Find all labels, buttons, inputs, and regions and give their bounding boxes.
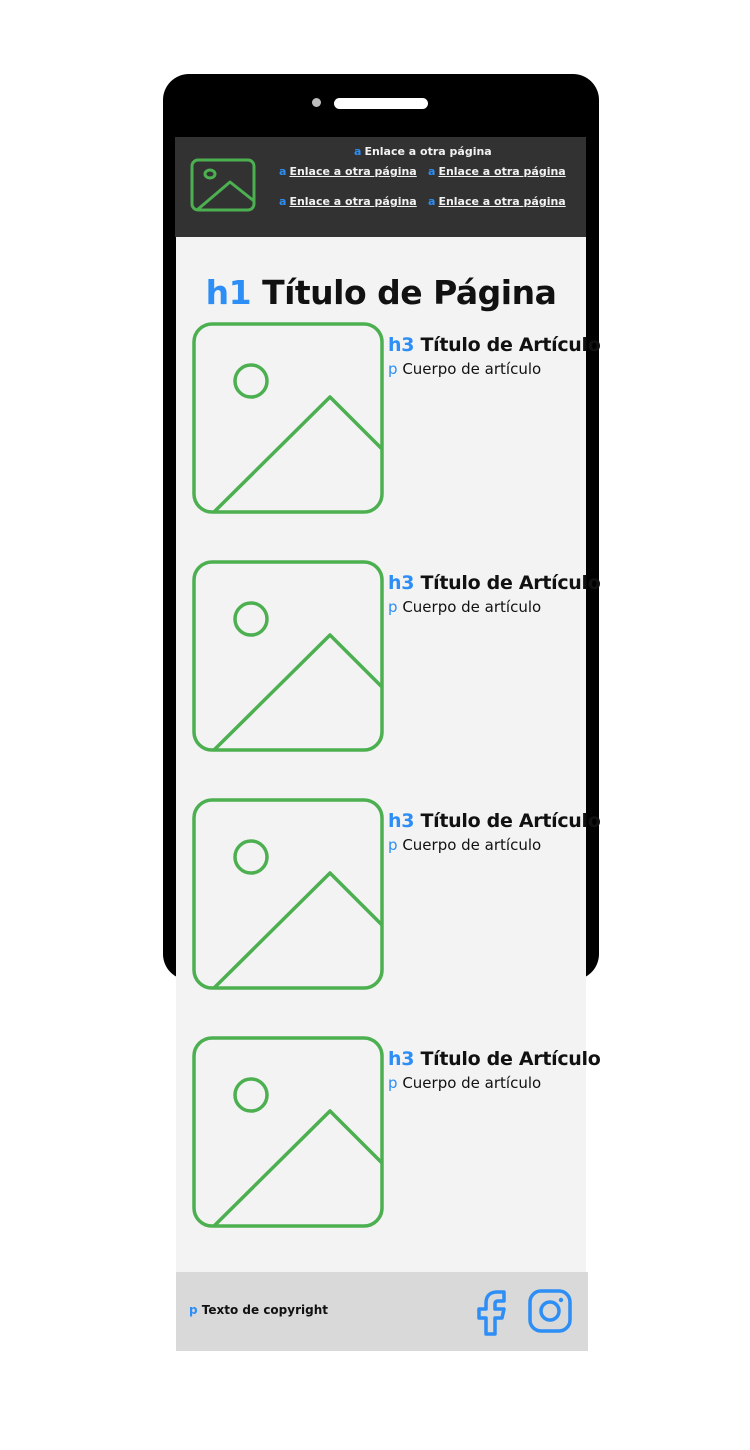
title-tag: h3 <box>388 1048 415 1070</box>
article-body: p Cuerpo de artículo <box>388 598 541 616</box>
article-title: h3 Título de Artículo <box>388 334 601 356</box>
nav-link-1[interactable]: a Enlace a otra página <box>354 145 492 159</box>
article-card: h3 Título de Artículo p Cuerpo de artícu… <box>192 1036 601 1228</box>
body-tag: p <box>388 360 398 378</box>
article-title-text: Título de Artículo <box>420 334 601 356</box>
copyright-tag: p <box>189 1303 198 1317</box>
nav-link-label: Enlace a otra página <box>438 195 566 208</box>
article-body: p Cuerpo de artículo <box>388 1074 541 1092</box>
article-title: h3 Título de Artículo <box>388 572 601 594</box>
page-title-text: Título de Página <box>262 273 557 312</box>
article-title: h3 Título de Artículo <box>388 1048 601 1070</box>
image-placeholder-icon[interactable] <box>192 1036 384 1228</box>
site-header: a Enlace a otra página a Enlace a otra pág… <box>175 137 586 237</box>
image-placeholder-icon[interactable] <box>192 322 384 514</box>
article-card: h3 Título de Artículo p Cuerpo de artícu… <box>192 560 601 752</box>
link-tag: a <box>428 165 436 178</box>
link-tag: a <box>354 145 362 158</box>
body-tag: p <box>388 836 398 854</box>
link-tag: a <box>428 195 436 208</box>
nav-link-2[interactable]: a Enlace a otra página <box>279 165 417 179</box>
copyright-text: p Texto de copyright <box>189 1303 328 1317</box>
image-placeholder-icon[interactable] <box>192 798 384 990</box>
article-body: p Cuerpo de artículo <box>388 836 541 854</box>
main-content: h1 Título de Página h3 Título de Artícul… <box>176 237 601 1272</box>
article-body-text: Cuerpo de artículo <box>402 1074 542 1092</box>
page-title: h1 Título de Página <box>176 273 586 312</box>
nav-link-label: Enlace a otra página <box>289 165 417 178</box>
nav-link-label: Enlace a otra página <box>289 195 417 208</box>
article-title-text: Título de Artículo <box>420 572 601 594</box>
body-tag: p <box>388 1074 398 1092</box>
article-body-text: Cuerpo de artículo <box>402 360 542 378</box>
body-tag: p <box>388 598 398 616</box>
article-card: h3 Título de Artículo p Cuerpo de artícu… <box>192 798 601 990</box>
nav-link-4[interactable]: a Enlace a otra página <box>279 195 417 209</box>
site-footer: p Texto de copyright <box>176 1272 588 1351</box>
article-body: p Cuerpo de artículo <box>388 360 541 378</box>
instagram-icon[interactable] <box>527 1288 573 1334</box>
article-card: h3 Título de Artículo p Cuerpo de artícu… <box>192 322 601 514</box>
article-title-text: Título de Artículo <box>420 810 601 832</box>
image-placeholder-icon[interactable] <box>192 560 384 752</box>
copyright-label: Texto de copyright <box>201 1303 328 1317</box>
article-title: h3 Título de Artículo <box>388 810 601 832</box>
image-placeholder-icon[interactable] <box>189 157 257 213</box>
link-tag: a <box>279 195 287 208</box>
article-body-text: Cuerpo de artículo <box>402 598 542 616</box>
article-body-text: Cuerpo de artículo <box>402 836 542 854</box>
title-tag: h3 <box>388 334 415 356</box>
link-tag: a <box>279 165 287 178</box>
title-tag: h1 <box>205 273 252 312</box>
nav-link-label: Enlace a otra página <box>364 145 492 158</box>
facebook-icon[interactable] <box>472 1288 510 1336</box>
nav-link-label: Enlace a otra página <box>438 165 566 178</box>
nav-link-3[interactable]: a Enlace a otra página <box>428 165 566 179</box>
title-tag: h3 <box>388 572 415 594</box>
nav-link-5[interactable]: a Enlace a otra página <box>428 195 566 209</box>
article-title-text: Título de Artículo <box>420 1048 601 1070</box>
speaker-bar <box>334 98 428 109</box>
camera-dot <box>312 98 321 107</box>
title-tag: h3 <box>388 810 415 832</box>
